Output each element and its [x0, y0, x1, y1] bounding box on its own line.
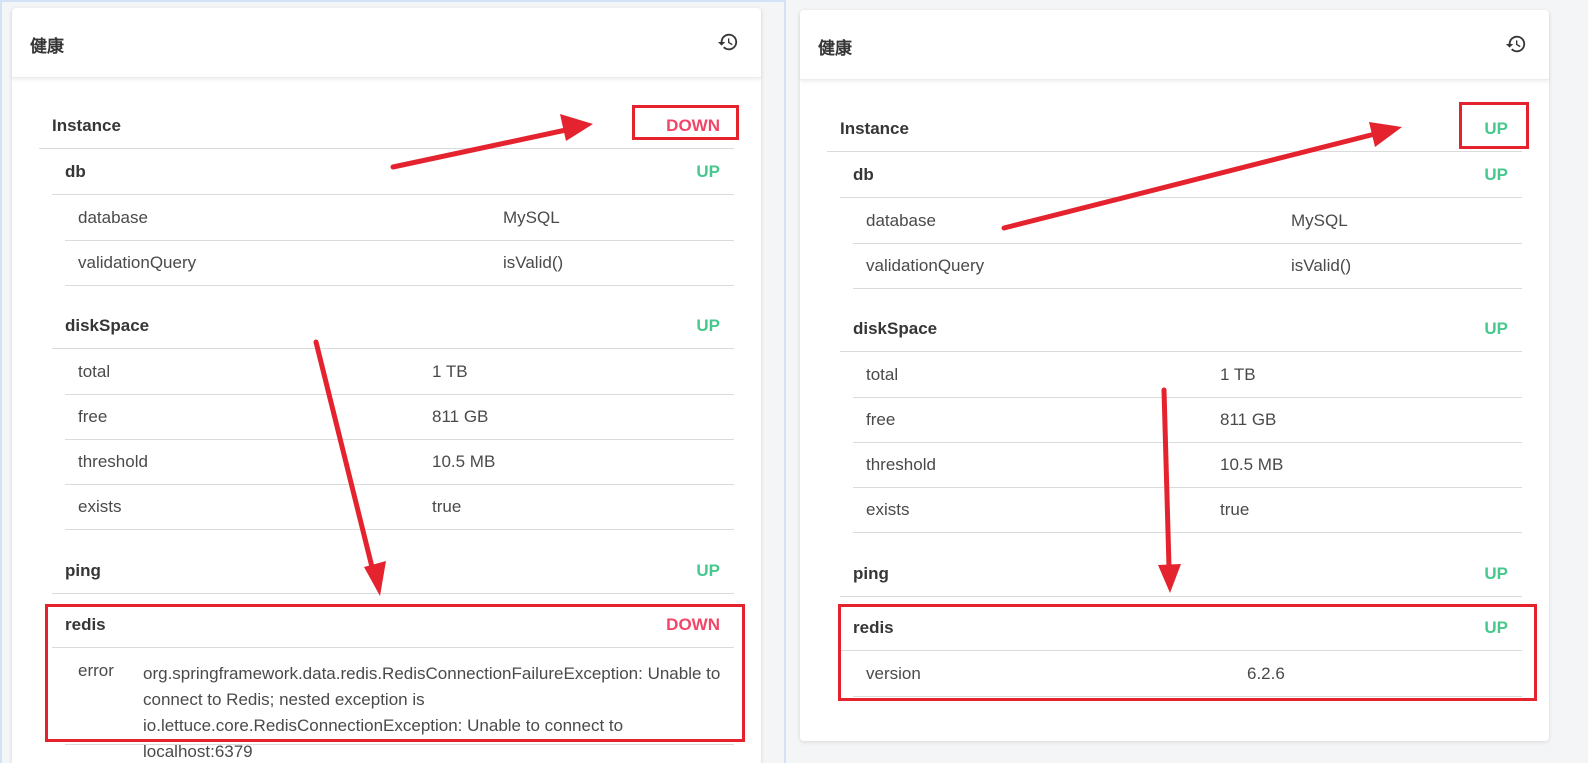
annotation-arrow: [1369, 122, 1402, 147]
annotation-arrows: [313, 114, 1402, 596]
annotation-arrow: [390, 127, 569, 170]
annotation-arrow: [1001, 131, 1378, 231]
annotation-arrow: [364, 561, 386, 596]
annotation-arrow: [313, 339, 376, 574]
annotation-arrow: [1161, 387, 1172, 570]
annotation-arrow: [1158, 564, 1181, 593]
annotation-arrow: [560, 114, 593, 141]
